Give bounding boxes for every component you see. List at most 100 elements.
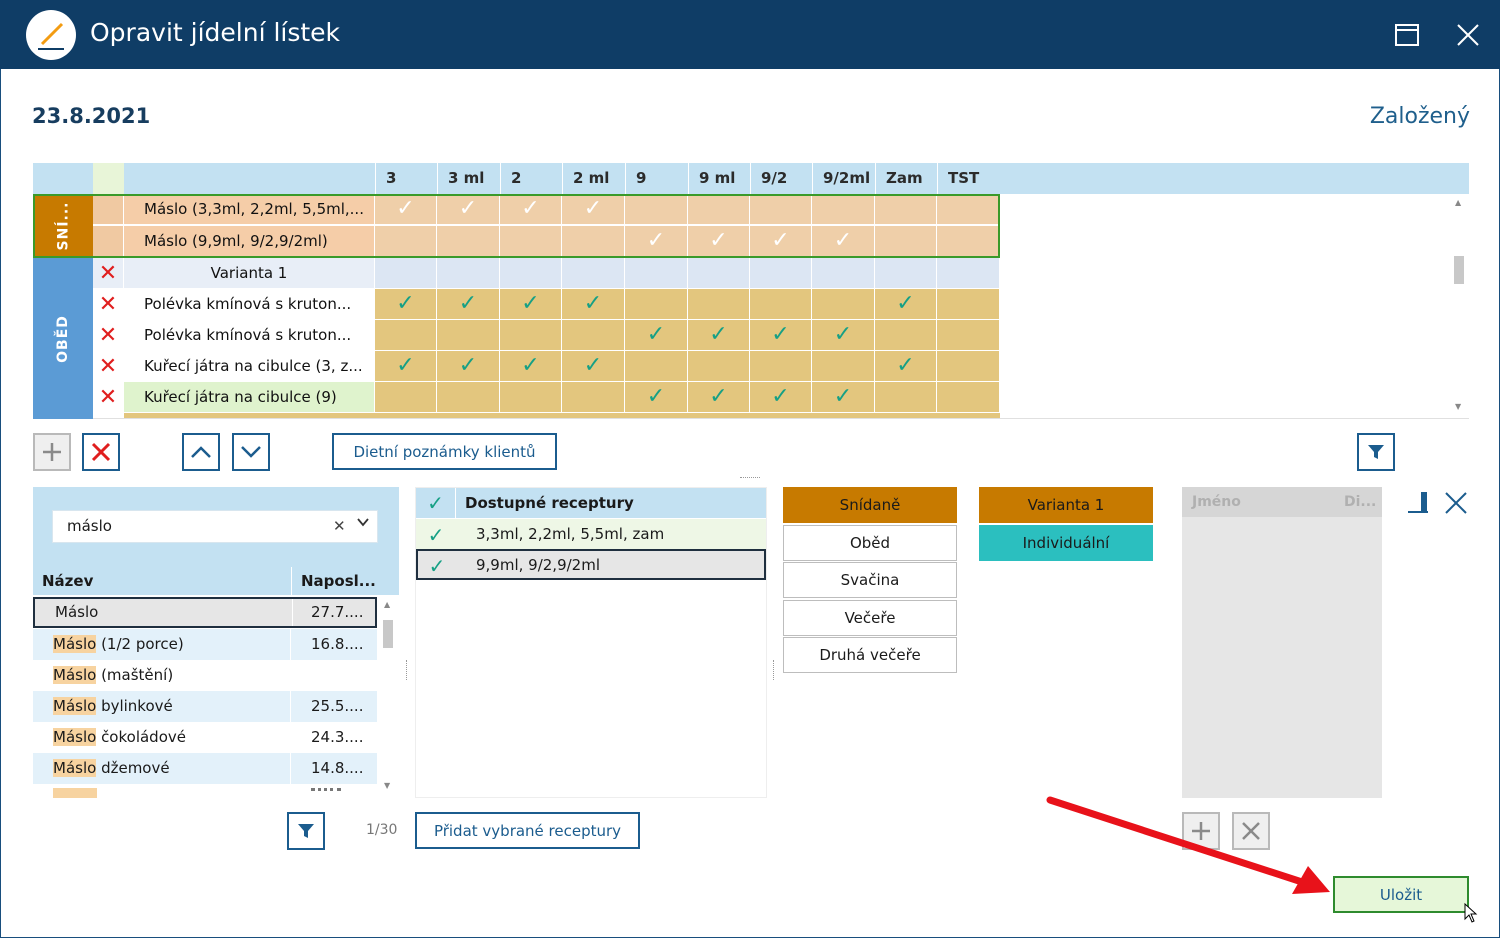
maximize-icon[interactable] [1387, 15, 1427, 55]
grid-check-cell[interactable] [688, 351, 750, 382]
food-list-row[interactable]: Máslo čokoládové 24.3.... [33, 722, 377, 753]
grid-row[interactable]: ✕ Varianta 1 [93, 258, 1000, 289]
grid-row[interactable]: ✕ Kuřecí játra na cibulce (3, z... ✓ ✓ ✓ ✓ ✓ [93, 351, 1000, 382]
grid-check-cell[interactable] [750, 258, 812, 289]
grid-check-cell[interactable]: ✓ [375, 289, 437, 320]
delete-row-icon[interactable]: ✕ [93, 320, 124, 351]
delete-row-button[interactable] [82, 433, 120, 471]
grid-check-cell[interactable] [375, 320, 437, 351]
meal-breakfast-button[interactable]: Snídaně [783, 487, 957, 523]
grid-check-cell[interactable] [937, 351, 1000, 382]
group-label-lunch[interactable]: OBĚD [33, 258, 93, 419]
meal-dinner-button[interactable]: Večeře [783, 600, 957, 636]
grid-check-cell[interactable] [625, 258, 688, 289]
splitter-handle-right[interactable] [773, 660, 775, 680]
grid-check-cell[interactable] [875, 382, 937, 413]
food-list-row[interactable]: Máslo bylinkové 25.5.... [33, 691, 377, 722]
grid-check-cell[interactable]: ✓ [437, 289, 500, 320]
column-header-last[interactable]: Naposl... [291, 567, 376, 595]
food-search-input[interactable]: máslo [52, 510, 378, 543]
dietary-notes-button[interactable]: Dietní poznámky klientů [332, 433, 557, 470]
grid-check-cell[interactable]: ✓ [625, 320, 688, 351]
grid-column-header[interactable]: 2 ml [562, 163, 625, 194]
grid-column-header[interactable]: 3 ml [437, 163, 500, 194]
meal-lunch-button[interactable]: Oběd [783, 525, 957, 561]
grid-check-cell[interactable] [812, 289, 875, 320]
grid-check-cell[interactable]: ✓ [875, 351, 937, 382]
recipe-row-selected[interactable]: ✓ 9,9ml, 9/2,9/2ml [416, 549, 766, 580]
grid-row[interactable]: ✕ Kuřecí játra na cibulce (9) ✓ ✓ ✓ ✓ [93, 382, 1000, 413]
grid-filter-button[interactable] [1357, 433, 1395, 471]
column-header-client-diet[interactable]: Di... [1344, 487, 1376, 517]
grid-check-cell[interactable] [750, 351, 812, 382]
close-panel-icon[interactable] [1443, 490, 1469, 520]
add-recipes-button[interactable]: Přidat vybrané receptury [415, 812, 640, 849]
grid-check-cell[interactable] [812, 258, 875, 289]
grid-check-cell[interactable] [437, 320, 500, 351]
grid-check-cell[interactable]: ✓ [688, 320, 750, 351]
grid-check-cell[interactable] [688, 289, 750, 320]
grid-column-header[interactable]: 9/2ml [812, 163, 875, 194]
meal-second-dinner-button[interactable]: Druhá večeře [783, 637, 957, 673]
grid-check-cell[interactable] [625, 289, 688, 320]
move-down-button[interactable] [232, 433, 270, 471]
grid-check-cell[interactable] [625, 351, 688, 382]
food-list-row[interactable]: Máslo 27.7.... [33, 597, 377, 628]
grid-row[interactable]: ✕ Polévka kmínová s kruton... ✓ ✓ ✓ ✓ [93, 320, 1000, 351]
column-header-client-name[interactable]: Jméno [1192, 487, 1241, 517]
delete-row-icon[interactable]: ✕ [93, 382, 124, 413]
grid-column-header[interactable]: 9 [625, 163, 688, 194]
food-list-row[interactable]: Máslo džemové 14.8.... [33, 753, 377, 784]
column-header-name[interactable]: Název [42, 567, 93, 595]
grid-check-cell[interactable] [875, 258, 937, 289]
save-button[interactable]: Uložit [1333, 876, 1469, 913]
splitter-handle[interactable] [740, 477, 760, 479]
meal-snack-button[interactable]: Svačina [783, 562, 957, 598]
grid-check-cell[interactable] [937, 382, 1000, 413]
grid-check-cell[interactable]: ✓ [375, 351, 437, 382]
grid-check-cell[interactable] [688, 258, 750, 289]
grid-check-cell[interactable] [437, 258, 500, 289]
grid-row[interactable]: ✕ Polévka kmínová s kruton... ✓ ✓ ✓ ✓ ✓ [93, 289, 1000, 320]
grid-check-cell[interactable] [562, 258, 625, 289]
grid-check-cell[interactable]: ✓ [812, 382, 875, 413]
close-icon[interactable] [1448, 15, 1488, 55]
grid-check-cell[interactable] [375, 382, 437, 413]
grid-check-cell[interactable] [500, 320, 562, 351]
grid-check-cell[interactable] [562, 320, 625, 351]
column-chooser-icon[interactable] [1406, 490, 1432, 520]
grid-check-cell[interactable] [500, 258, 562, 289]
variant-individual-button[interactable]: Individuální [979, 525, 1153, 561]
grid-check-cell[interactable] [562, 382, 625, 413]
food-list-row[interactable]: Máslo (1/2 porce) 16.8.... [33, 629, 377, 660]
grid-check-cell[interactable]: ✓ [812, 320, 875, 351]
check-icon[interactable]: ✓ [416, 519, 456, 550]
food-list-row[interactable]: Máslo (maštění) [33, 660, 377, 691]
grid-check-cell[interactable]: ✓ [688, 382, 750, 413]
variant-1-button[interactable]: Varianta 1 [979, 487, 1153, 523]
grid-scrollbar[interactable]: ▲ ▼ [1452, 196, 1466, 418]
grid-check-cell[interactable]: ✓ [625, 382, 688, 413]
grid-check-cell[interactable] [937, 289, 1000, 320]
grid-check-cell[interactable]: ✓ [750, 320, 812, 351]
grid-check-cell[interactable]: ✓ [500, 351, 562, 382]
grid-column-header[interactable]: 9/2 [750, 163, 812, 194]
delete-row-icon[interactable]: ✕ [93, 351, 124, 382]
recipe-row[interactable]: ✓ 3,3ml, 2,2ml, 5,5ml, zam [416, 519, 766, 550]
clear-search-icon[interactable]: ✕ [333, 517, 346, 535]
delete-row-icon[interactable]: ✕ [93, 258, 124, 289]
grid-check-cell[interactable] [750, 289, 812, 320]
food-filter-button[interactable] [287, 812, 325, 850]
grid-check-cell[interactable]: ✓ [500, 289, 562, 320]
grid-column-header[interactable]: 3 [375, 163, 437, 194]
grid-check-cell[interactable]: ✓ [437, 351, 500, 382]
splitter-handle-left[interactable] [406, 660, 408, 680]
grid-check-cell[interactable] [437, 382, 500, 413]
add-row-button[interactable] [33, 433, 71, 471]
grid-check-cell[interactable] [500, 382, 562, 413]
grid-check-cell[interactable] [812, 351, 875, 382]
chevron-down-icon[interactable] [356, 515, 370, 533]
grid-check-cell[interactable] [375, 258, 437, 289]
select-all-check-icon[interactable]: ✓ [416, 488, 456, 518]
grid-check-cell[interactable]: ✓ [562, 289, 625, 320]
